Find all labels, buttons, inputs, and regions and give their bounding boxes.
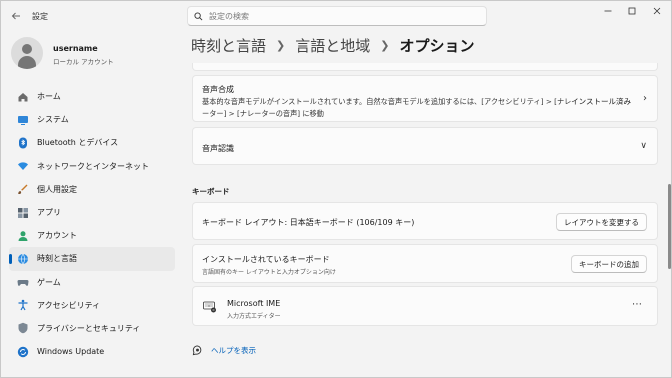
installed-keyboards-card: インストールされているキーボード 言語固有のキー レイアウトと入力オプション向け… — [192, 244, 658, 283]
search-input[interactable] — [209, 11, 486, 21]
network-icon — [17, 160, 29, 172]
maximize-button[interactable] — [619, 3, 645, 19]
keyboard-icon — [203, 301, 217, 313]
help-label: ヘルプを表示 — [211, 346, 256, 355]
title-bar: 設定 — [1, 1, 672, 31]
home-icon — [17, 91, 29, 103]
keyboard-layout-label: キーボード レイアウト: 日本語キーボード (106/109 キー) — [202, 218, 415, 227]
avatar — [11, 37, 43, 69]
sidebar-item-personalization[interactable]: 個人用設定 — [9, 178, 175, 201]
personalization-icon — [17, 183, 29, 195]
back-button[interactable] — [5, 7, 27, 25]
ime-description: 入力方式エディター — [227, 313, 281, 320]
sidebar-item-label: アカウント — [37, 231, 77, 241]
sidebar-item-network[interactable]: ネットワークとインターネット — [9, 155, 175, 178]
add-keyboard-button[interactable]: キーボードの追加 — [571, 255, 647, 273]
privacy-shield-icon — [17, 322, 29, 334]
search-box[interactable] — [187, 6, 487, 26]
sidebar-item-label: 時刻と言語 — [37, 254, 77, 264]
sidebar-item-gaming[interactable]: ゲーム — [9, 271, 175, 294]
sidebar-item-privacy[interactable]: プライバシーとセキュリティ — [9, 317, 175, 340]
account-type: ローカル アカウント — [53, 58, 114, 66]
sidebar-item-home[interactable]: ホーム — [9, 85, 175, 108]
user-profile[interactable]: username ローカル アカウント — [11, 37, 181, 71]
help-link[interactable]: ヘルプを表示 — [192, 345, 256, 356]
accounts-icon — [17, 230, 29, 242]
breadcrumb-chevron-icon: ❯ — [380, 39, 390, 52]
sidebar-item-label: ホーム — [37, 92, 61, 102]
sidebar-item-label: 個人用設定 — [37, 184, 77, 194]
keyboard-section-header: キーボード — [192, 187, 230, 196]
breadcrumb: 時刻と言語 ❯ 言語と地域 ❯ オプション — [191, 35, 474, 56]
chevron-down-icon[interactable]: ∨ — [640, 141, 647, 151]
more-options-icon[interactable]: ⋯ — [632, 299, 643, 310]
minimize-icon — [604, 10, 612, 12]
settings-window: 設定 username ローカル アカウント ホーム — [0, 0, 672, 378]
page-title: オプション — [399, 37, 475, 55]
maximize-icon — [628, 7, 636, 15]
sidebar-item-windows-update[interactable]: Windows Update — [9, 340, 175, 363]
sidebar-item-label: プライバシーとセキュリティ — [37, 323, 141, 333]
close-icon — [653, 7, 661, 15]
speech-synthesis-title: 音声合成 — [202, 85, 234, 94]
sidebar-item-label: ネットワークとインターネット — [37, 161, 149, 171]
installed-keyboards-title: インストールされているキーボード — [202, 255, 330, 264]
apps-icon — [17, 207, 29, 219]
sidebar-item-system[interactable]: システム — [9, 108, 175, 131]
sidebar-nav: ホーム システム Bluetooth とデバイス ネットワークとインターネット … — [9, 85, 175, 363]
speech-synthesis-description: 基本的な音声モデルがインストールされています。自然な音声モデルを追加するには、[… — [202, 97, 572, 118]
close-button[interactable] — [644, 3, 670, 19]
speech-recognition-title: 音声認識 — [202, 144, 234, 153]
sidebar-item-accessibility[interactable]: アクセシビリティ — [9, 294, 175, 317]
username: username — [53, 44, 98, 53]
gaming-icon — [17, 276, 29, 288]
speech-recognition-card[interactable]: 音声認識 ∨ — [192, 127, 658, 165]
scrollbar[interactable] — [668, 184, 671, 269]
time-language-icon — [17, 253, 29, 265]
breadcrumb-language-region[interactable]: 言語と地域 — [295, 35, 370, 56]
back-arrow-icon — [11, 12, 20, 20]
breadcrumb-time-language[interactable]: 時刻と言語 — [191, 35, 266, 56]
sidebar-item-label: ゲーム — [37, 277, 61, 287]
sidebar-item-label: アプリ — [37, 208, 61, 218]
change-layout-button[interactable]: レイアウトを変更する — [556, 213, 647, 231]
accessibility-icon — [17, 299, 29, 311]
sidebar-item-label: Bluetooth とデバイス — [37, 138, 119, 148]
installed-keyboards-description: 言語固有のキー レイアウトと入力オプション向け — [202, 269, 336, 276]
app-title: 設定 — [32, 12, 48, 21]
minimize-button[interactable] — [595, 3, 621, 19]
speech-synthesis-card[interactable]: 音声合成 基本的な音声モデルがインストールされています。自然な音声モデルを追加す… — [192, 75, 658, 122]
breadcrumb-chevron-icon: ❯ — [276, 39, 286, 52]
sidebar-item-apps[interactable]: アプリ — [9, 201, 175, 224]
sidebar-item-label: Windows Update — [37, 347, 105, 357]
sidebar-item-label: システム — [37, 115, 69, 125]
bluetooth-icon — [17, 137, 29, 149]
speech-synthesis-status: インストール済み — [571, 97, 631, 106]
ime-name: Microsoft IME — [227, 299, 281, 308]
sidebar-item-time-language[interactable]: 時刻と言語 — [9, 247, 175, 271]
previous-card — [192, 63, 658, 71]
help-icon — [192, 345, 202, 356]
keyboard-layout-card: キーボード レイアウト: 日本語キーボード (106/109 キー) レイアウト… — [192, 202, 658, 240]
sidebar-item-label: アクセシビリティ — [37, 300, 101, 310]
sidebar-item-bluetooth[interactable]: Bluetooth とデバイス — [9, 131, 175, 154]
chevron-right-icon: › — [643, 93, 647, 104]
microsoft-ime-card[interactable]: Microsoft IME 入力方式エディター ⋯ — [192, 286, 658, 326]
sidebar-item-accounts[interactable]: アカウント — [9, 224, 175, 247]
system-icon — [17, 114, 29, 126]
search-icon — [194, 11, 203, 20]
windows-update-icon — [17, 346, 29, 358]
